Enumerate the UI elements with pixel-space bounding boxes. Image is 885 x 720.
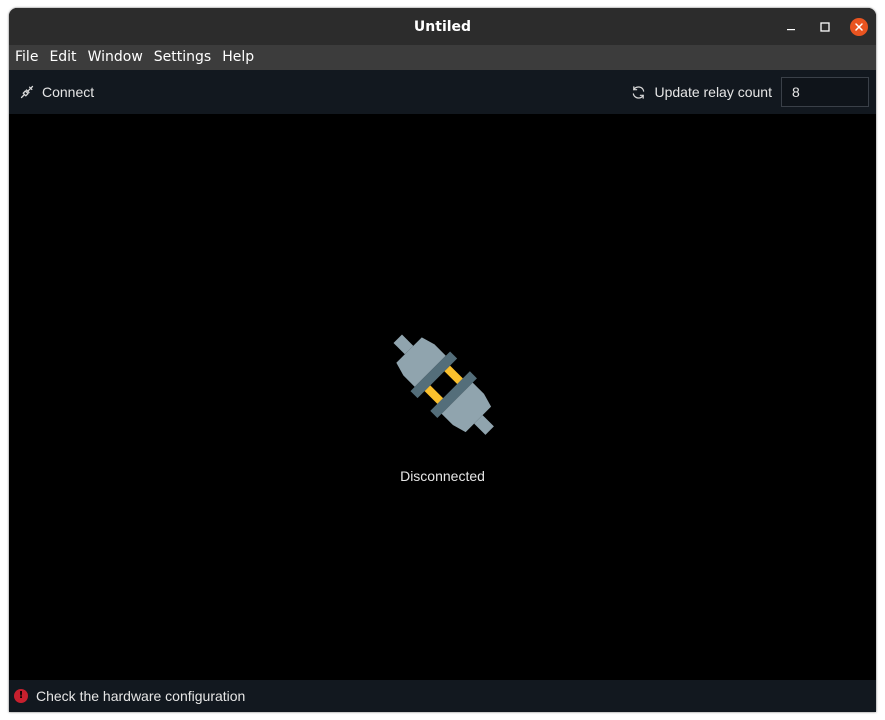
maximize-icon <box>820 21 830 32</box>
maximize-button[interactable] <box>808 8 842 45</box>
connect-label: Connect <box>42 84 95 100</box>
menu-help[interactable]: Help <box>216 45 258 70</box>
toolbar: Connect Update relay count <box>9 70 876 114</box>
menu-edit[interactable]: Edit <box>43 45 80 70</box>
disconnected-plug-icon <box>385 326 501 446</box>
title-bar[interactable]: Untiled <box>9 8 876 45</box>
menu-bar: File Edit Window Settings Help <box>9 45 876 70</box>
menu-settings[interactable]: Settings <box>148 45 215 70</box>
status-bar: ! Check the hardware configuration <box>9 680 876 712</box>
window-title: Untiled <box>413 18 472 35</box>
app-window: Untiled File Edit Window Settings Help C… <box>9 8 876 712</box>
connect-button[interactable]: Connect <box>16 76 98 108</box>
close-icon <box>855 22 863 31</box>
update-relay-count-button[interactable]: Update relay count <box>627 76 776 108</box>
error-icon: ! <box>14 689 28 703</box>
relay-controls: Update relay count <box>627 76 869 108</box>
relay-count-input[interactable] <box>781 77 869 107</box>
window-controls <box>774 8 876 45</box>
plug-connect-icon <box>20 85 34 99</box>
close-button[interactable] <box>842 8 876 45</box>
minimize-button[interactable] <box>774 8 808 45</box>
menu-file[interactable]: File <box>9 45 42 70</box>
minimize-icon <box>787 28 795 30</box>
menu-window[interactable]: Window <box>82 45 147 70</box>
update-relay-count-label: Update relay count <box>654 84 772 100</box>
status-message: Check the hardware configuration <box>36 688 246 704</box>
connection-status-label: Disconnected <box>400 468 485 484</box>
main-content: Disconnected <box>9 114 876 680</box>
refresh-icon <box>633 85 645 99</box>
